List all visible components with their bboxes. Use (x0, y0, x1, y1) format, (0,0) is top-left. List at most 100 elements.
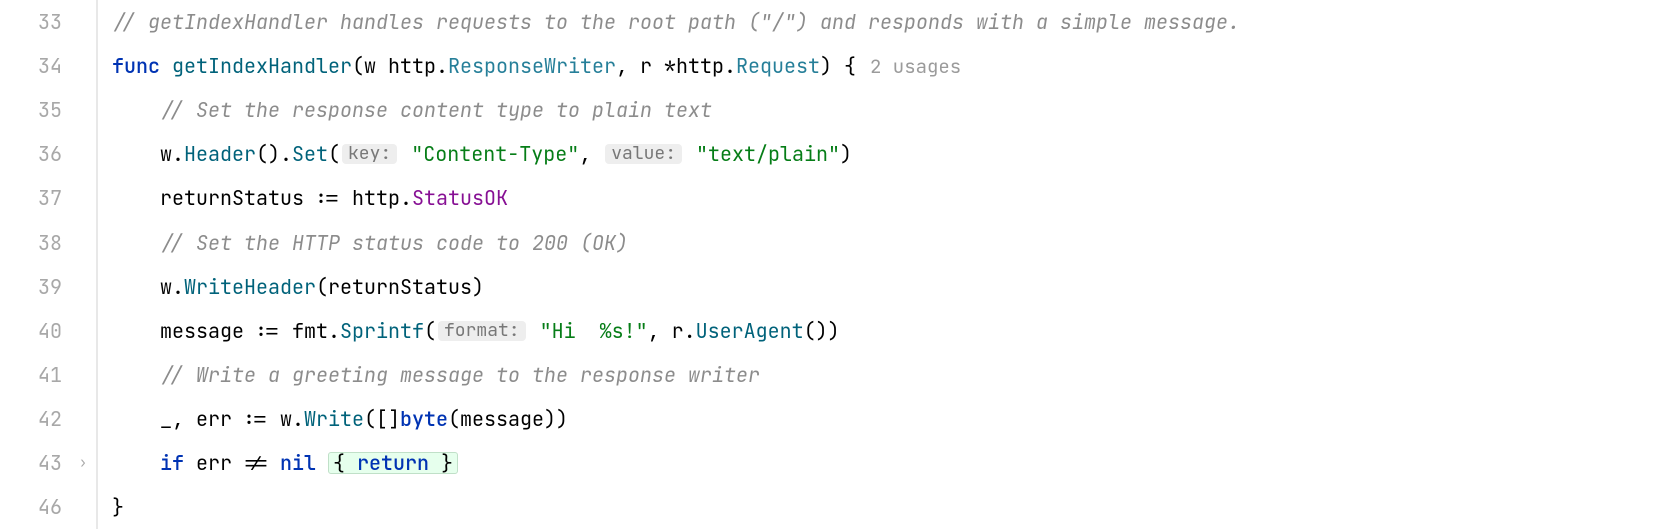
blank-ident: _ (160, 409, 172, 429)
method-header: Header (184, 144, 256, 164)
comment-text: // Set the HTTP status code to 200 (OK) (160, 233, 628, 253)
code-line[interactable]: 42 _, err := w.Write([]byte(message)) (0, 397, 1680, 441)
code-content[interactable]: // Write a greeting message to the respo… (112, 365, 760, 385)
ident-r: r (672, 321, 684, 341)
brace-close: } (112, 497, 124, 517)
pkg-http: http (352, 188, 400, 208)
line-number: 46 (0, 497, 70, 517)
ident-err: err (196, 453, 232, 473)
param-w: w (364, 56, 376, 76)
method-writeheader: WriteHeader (184, 277, 316, 297)
line-number: 41 (0, 365, 70, 385)
gutter-border (96, 397, 98, 441)
gutter-border (96, 353, 98, 397)
code-line[interactable]: 43 › if err != nil { return } (0, 441, 1680, 485)
string-literal: "Hi %s!" (540, 321, 648, 341)
ident-err: err (196, 409, 232, 429)
gutter-border (96, 220, 98, 264)
comment-text: // getIndexHandler handles requests to t… (112, 12, 1240, 32)
gutter-border (96, 132, 98, 176)
param-hint-key: key: (342, 144, 397, 164)
brace-open: { (844, 56, 856, 76)
ident-w: w (160, 277, 172, 297)
func-sprintf: Sprintf (340, 321, 424, 341)
comment-text: // Write a greeting message to the respo… (160, 365, 760, 385)
line-number: 33 (0, 12, 70, 32)
type-pkg: http (676, 56, 724, 76)
const-statusok: StatusOK (412, 188, 508, 208)
code-line[interactable]: 33 // getIndexHandler handles requests t… (0, 0, 1680, 44)
gutter-border (96, 176, 98, 220)
gutter-border (96, 265, 98, 309)
param-r: r (640, 56, 652, 76)
line-number: 39 (0, 277, 70, 297)
line-number: 43 (0, 453, 70, 473)
paren-open: ( (352, 56, 364, 76)
ident-message: message (160, 321, 244, 341)
type-responsewriter: ResponseWriter (448, 56, 616, 76)
ident-returnstatus: returnStatus (160, 188, 304, 208)
keyword-func: func (112, 56, 160, 76)
folded-region[interactable]: { return } (328, 452, 458, 474)
ident-returnstatus: returnStatus (328, 277, 472, 297)
line-number: 37 (0, 188, 70, 208)
string-literal: "text/plain" (696, 144, 840, 164)
param-hint-value: value: (605, 144, 682, 164)
param-hint-format: format: (438, 321, 526, 341)
ident-message: message (460, 409, 544, 429)
method-write: Write (304, 409, 364, 429)
code-content[interactable]: w.Header().Set(key: "Content-Type", valu… (112, 144, 852, 164)
code-content[interactable]: returnStatus := http.StatusOK (112, 188, 508, 208)
pkg-fmt: fmt (292, 321, 328, 341)
type-byte: byte (400, 409, 448, 429)
gutter-border (96, 0, 98, 44)
string-literal: "Content-Type" (411, 144, 579, 164)
code-content[interactable]: // Set the response content type to plai… (112, 100, 712, 120)
fold-gutter[interactable]: › (70, 456, 96, 470)
keyword-nil: nil (280, 453, 316, 473)
code-line[interactable]: 38 // Set the HTTP status code to 200 (O… (0, 220, 1680, 264)
gutter-border (96, 88, 98, 132)
line-number: 40 (0, 321, 70, 341)
code-content[interactable]: // Set the HTTP status code to 200 (OK) (112, 233, 628, 253)
line-number: 42 (0, 409, 70, 429)
gutter-border (96, 44, 98, 88)
code-line[interactable]: 39 w.WriteHeader(returnStatus) (0, 265, 1680, 309)
code-content[interactable]: w.WriteHeader(returnStatus) (112, 277, 484, 297)
code-content[interactable]: if err != nil { return } (112, 452, 458, 474)
gutter-border (96, 485, 98, 529)
fold-chevron-icon[interactable]: › (79, 456, 87, 470)
code-line[interactable]: 36 w.Header().Set(key: "Content-Type", v… (0, 132, 1680, 176)
comment-text: // Set the response content type to plai… (160, 100, 712, 120)
ident-w: w (280, 409, 292, 429)
code-line[interactable]: 35 // Set the response content type to p… (0, 88, 1680, 132)
op-neq: != (244, 453, 268, 473)
star: * (664, 56, 676, 76)
code-line[interactable]: 41 // Write a greeting message to the re… (0, 353, 1680, 397)
code-content[interactable]: } (112, 497, 124, 517)
line-number: 36 (0, 144, 70, 164)
code-content[interactable]: message := fmt.Sprintf(format: "Hi %s!",… (112, 321, 840, 341)
method-set: Set (292, 144, 328, 164)
usages-hint[interactable]: 2 usages (870, 57, 961, 76)
assign-op: := (316, 188, 340, 208)
assign-op: := (244, 409, 268, 429)
function-name: getIndexHandler (172, 56, 352, 76)
code-content[interactable]: func getIndexHandler(w http.ResponseWrit… (112, 56, 961, 76)
gutter-border (96, 441, 98, 485)
code-content[interactable]: _, err := w.Write([]byte(message)) (112, 409, 568, 429)
line-number: 35 (0, 100, 70, 120)
line-number: 38 (0, 233, 70, 253)
assign-op: := (256, 321, 280, 341)
line-number: 34 (0, 56, 70, 76)
keyword-if: if (160, 453, 184, 473)
code-content[interactable]: // getIndexHandler handles requests to t… (112, 12, 1240, 32)
code-editor[interactable]: 33 // getIndexHandler handles requests t… (0, 0, 1680, 529)
code-line[interactable]: 40 message := fmt.Sprintf(format: "Hi %s… (0, 309, 1680, 353)
method-useragent: UserAgent (696, 321, 804, 341)
ident-w: w (160, 144, 172, 164)
gutter-border (96, 309, 98, 353)
code-line[interactable]: 37 returnStatus := http.StatusOK (0, 176, 1680, 220)
code-line[interactable]: 34 func getIndexHandler(w http.ResponseW… (0, 44, 1680, 88)
code-line[interactable]: 46 } (0, 485, 1680, 529)
